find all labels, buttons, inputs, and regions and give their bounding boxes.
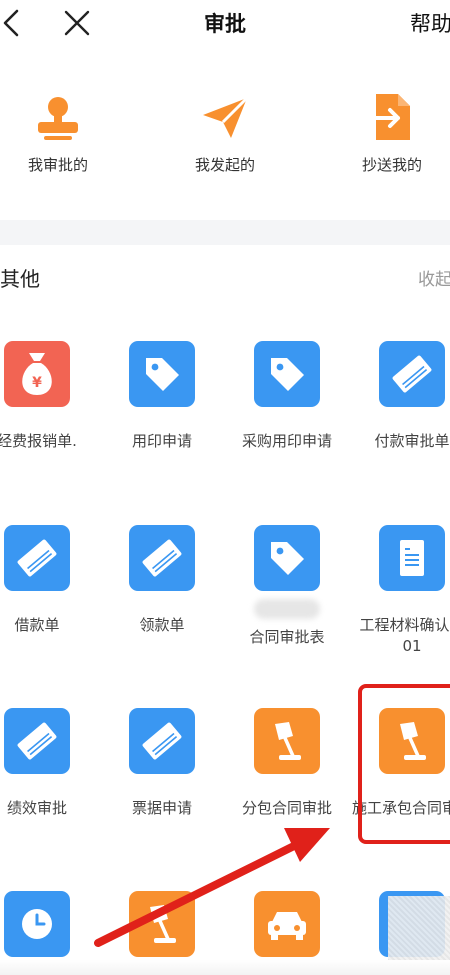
app-label: 借款单 [14,616,60,634]
desk-lamp-icon [129,891,195,957]
page-title: 审批 [204,12,246,36]
tag-icon [254,341,320,407]
blurred-text [254,599,320,619]
forward-document-icon [322,94,450,142]
my-approvals-button[interactable]: 我审批的 [0,94,128,175]
quick-action-label: 我审批的 [27,156,88,174]
app-label: 分包合同审批 [241,799,332,817]
section-title: 其他 [0,267,40,291]
desk-lamp-icon [254,708,320,774]
help-button[interactable]: 帮助 [410,8,450,38]
app-subcontract-approval[interactable]: 分包合同审批 [227,708,347,819]
document-icon [379,525,445,591]
app-payment-approval[interactable]: 付款审批单 [352,341,450,452]
quick-action-label: 我发起的 [194,156,255,174]
app-label: 用印申请 [131,432,192,450]
app-expense-reimbursement[interactable]: ¥ 经费报销单. [0,341,97,452]
bottom-tab-bar [0,960,450,975]
car-icon [254,891,320,957]
app-claim-form[interactable]: 领款单 [102,525,222,636]
tag-icon [129,341,195,407]
app-label: 付款审批单 [374,432,450,450]
app-label: 合同审批表 [227,599,347,648]
clock-icon [4,891,70,957]
banknote-icon [129,525,195,591]
money-bag-icon: ¥ [4,341,70,407]
svg-text:¥: ¥ [32,375,42,391]
app-label: 工程材料确认单01 [359,616,450,655]
app-performance-approval[interactable]: 绩效审批 [0,708,97,819]
my-initiated-button[interactable]: 我发起的 [155,94,295,175]
app-label: 经费报销单. [0,432,77,450]
nav-header: 审批 帮助 [0,0,450,46]
app-label: 绩效审批 [6,799,67,817]
tag-icon [254,525,320,591]
banknote-icon [379,341,445,407]
quick-action-label: 抄送我的 [361,156,422,174]
app-label: 采购用印申请 [241,432,332,450]
app-contract-approval-form[interactable]: 合同审批表 [227,525,347,648]
app-clock[interactable] [0,891,97,957]
quick-actions: 我审批的 我发起的 抄送我的 [0,46,450,220]
cc-to-me-button[interactable]: 抄送我的 [322,94,450,175]
stamp-icon [0,94,128,142]
app-invoice-request[interactable]: 票据申请 [102,708,222,819]
banknote-icon [129,708,195,774]
others-section: 其他 收起 ¥ 经费报销单. 用印申请 采购用印申请 付款审批单 借款单 领款单… [0,245,450,975]
app-lamp[interactable] [102,891,222,957]
paper-plane-icon [155,94,295,142]
app-seal-request[interactable]: 用印申请 [102,341,222,452]
app-label: 票据申请 [131,799,192,817]
app-label: 领款单 [139,616,185,634]
app-vehicle[interactable] [227,891,347,957]
banknote-icon [4,708,70,774]
app-purchase-seal-request[interactable]: 采购用印申请 [227,341,347,452]
banknote-icon [4,525,70,591]
app-material-confirmation[interactable]: 工程材料确认单01 [352,525,450,657]
collapse-button[interactable]: 收起 [418,265,450,290]
app-loan-form[interactable]: 借款单 [0,525,97,636]
app-label-text: 合同审批表 [249,628,325,646]
highlight-box [358,684,450,844]
